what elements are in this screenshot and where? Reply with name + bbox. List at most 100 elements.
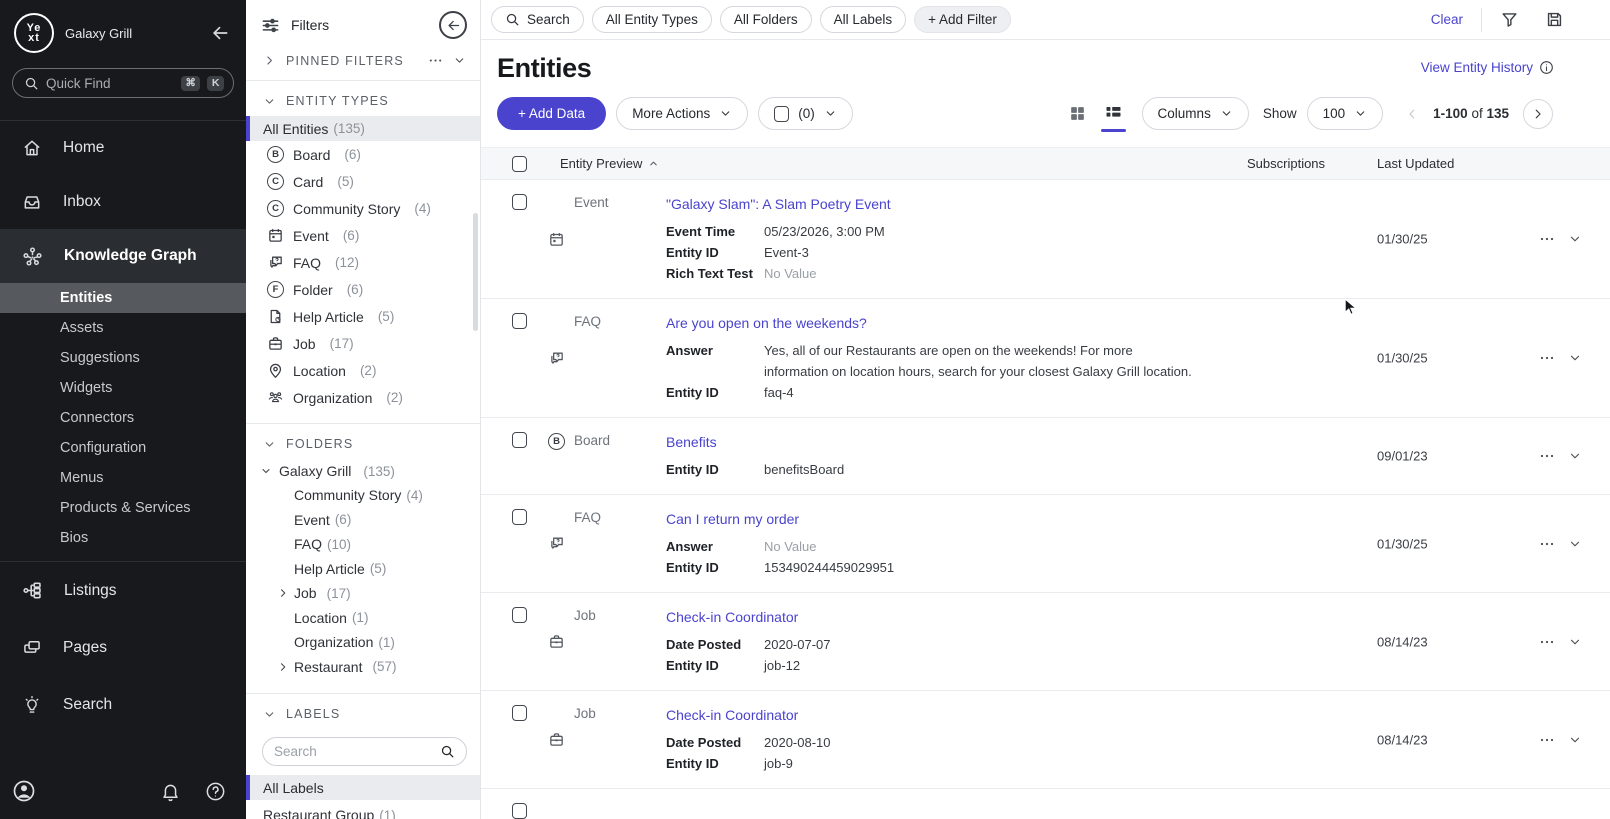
sidebar-item-suggestions[interactable]: Suggestions: [0, 343, 246, 373]
sidebar-item-entities[interactable]: Entities: [0, 283, 246, 313]
filter-entity-type-board[interactable]: B Board(6): [246, 141, 480, 168]
sidebar-item-inbox[interactable]: Inbox: [0, 175, 246, 229]
sidebar-item-assets[interactable]: Assets: [0, 313, 246, 343]
table-row[interactable]: FAQ Can I return my order AnswerNo Value…: [481, 494, 1610, 592]
folder-root-galaxy-grill[interactable]: Galaxy Grill(135): [246, 459, 480, 483]
table-row[interactable]: FAQ Are you open on the weekends? Answer…: [481, 298, 1610, 417]
sidebar-item-search[interactable]: Search: [0, 676, 246, 733]
sidebar-item-connectors[interactable]: Connectors: [0, 403, 246, 433]
filter-label-restaurant-group[interactable]: Restaurant Group(1): [246, 800, 480, 819]
filter-entity-type-job[interactable]: Job(17): [246, 330, 480, 357]
grid-view-button[interactable]: [1068, 104, 1087, 123]
labels-search[interactable]: [262, 737, 467, 766]
quick-find[interactable]: ⌘ K: [12, 68, 234, 98]
table-row[interactable]: B Board Benefits Entity IDbenefitsBoard …: [481, 417, 1610, 494]
previous-page-button[interactable]: [1405, 107, 1419, 121]
entity-title-link[interactable]: Check-in Coordinator: [666, 705, 798, 726]
filter-entity-type-community-story[interactable]: C Community Story(4): [246, 195, 480, 222]
chevron-right-icon[interactable]: [277, 661, 289, 673]
header-checkbox[interactable]: [512, 156, 527, 172]
row-menu-icon[interactable]: [1539, 448, 1555, 464]
folder-help-article[interactable]: Help Article(5): [246, 557, 480, 582]
notifications-bell-icon[interactable]: [160, 781, 181, 802]
labels-search-input[interactable]: [274, 744, 432, 759]
sidebar-item-products-services[interactable]: Products & Services: [0, 493, 246, 523]
entity-title-link[interactable]: "Galaxy Slam": A Slam Poetry Event: [666, 194, 891, 215]
row-expand-icon[interactable]: [1568, 232, 1582, 246]
more-actions-dropdown[interactable]: More Actions: [616, 97, 748, 130]
folder-organization[interactable]: Organization(1): [246, 630, 480, 655]
sidebar-item-bios[interactable]: Bios: [0, 523, 246, 553]
sidebar-item-home[interactable]: Home: [0, 121, 246, 175]
filter-entity-type-card[interactable]: C Card(5): [246, 168, 480, 195]
row-checkbox[interactable]: [512, 194, 527, 210]
chevron-down-icon[interactable]: [453, 53, 466, 68]
collapse-sidebar-icon[interactable]: [210, 23, 230, 43]
folder-community-story[interactable]: Community Story(4): [246, 483, 480, 508]
filter-entity-type-faq[interactable]: FAQ(12): [246, 249, 480, 276]
row-menu-icon[interactable]: [1539, 536, 1555, 552]
all-labels-pill[interactable]: All Labels: [820, 6, 907, 33]
row-menu-icon[interactable]: [1539, 634, 1555, 650]
row-menu-icon[interactable]: [1539, 732, 1555, 748]
entity-title-link[interactable]: Benefits: [666, 432, 717, 453]
more-options-icon[interactable]: [428, 53, 443, 68]
row-expand-icon[interactable]: [1568, 351, 1582, 365]
row-checkbox[interactable]: [512, 509, 527, 525]
avatar[interactable]: [12, 779, 36, 803]
save-filter-icon[interactable]: [1545, 10, 1564, 29]
folder-restaurant[interactable]: Restaurant(57): [246, 655, 480, 680]
sidebar-item-listings[interactable]: Listings: [0, 562, 246, 619]
clear-filters-link[interactable]: Clear: [1431, 12, 1463, 27]
folder-job[interactable]: Job(17): [246, 581, 480, 606]
filter-entity-type-folder[interactable]: F Folder(6): [246, 276, 480, 303]
row-menu-icon[interactable]: [1539, 231, 1555, 247]
folders-header[interactable]: FOLDERS: [246, 424, 480, 459]
funnel-icon[interactable]: [1500, 10, 1519, 29]
columns-dropdown[interactable]: Columns: [1142, 97, 1249, 130]
row-expand-icon[interactable]: [1568, 537, 1582, 551]
entity-types-header[interactable]: ENTITY TYPES: [246, 81, 480, 116]
chevron-right-icon[interactable]: [277, 587, 289, 599]
table-row[interactable]: Job Check-in Coordinator Date Posted2020…: [481, 690, 1610, 788]
add-filter-button[interactable]: + Add Filter: [914, 6, 1011, 33]
filter-all-entities[interactable]: All Entities (135): [246, 116, 480, 141]
view-entity-history-link[interactable]: View Entity History: [1421, 60, 1554, 75]
row-checkbox[interactable]: [512, 607, 527, 623]
filter-entity-type-organization[interactable]: Organization(2): [246, 384, 480, 411]
add-data-button[interactable]: + Add Data: [497, 97, 606, 130]
filter-all-labels[interactable]: All Labels: [246, 775, 480, 800]
row-menu-icon[interactable]: [1539, 350, 1555, 366]
table-row[interactable]: [481, 788, 1610, 819]
page-size-dropdown[interactable]: 100: [1307, 97, 1384, 130]
entity-title-link[interactable]: Can I return my order: [666, 509, 799, 530]
entity-title-link[interactable]: Check-in Coordinator: [666, 607, 798, 628]
sidebar-item-menus[interactable]: Menus: [0, 463, 246, 493]
row-checkbox[interactable]: [512, 705, 527, 721]
pinned-filters-section[interactable]: PINNED FILTERS: [246, 47, 480, 81]
sidebar-item-configuration[interactable]: Configuration: [0, 433, 246, 463]
folder-location[interactable]: Location(1): [246, 606, 480, 631]
row-checkbox[interactable]: [512, 803, 527, 819]
sidebar-item-widgets[interactable]: Widgets: [0, 373, 246, 403]
row-checkbox[interactable]: [512, 313, 527, 329]
selection-dropdown[interactable]: (0): [758, 97, 853, 130]
row-expand-icon[interactable]: [1568, 635, 1582, 649]
all-entity-types-pill[interactable]: All Entity Types: [592, 6, 712, 33]
labels-header[interactable]: LABELS: [246, 694, 480, 729]
help-icon[interactable]: [205, 781, 226, 802]
entity-title-link[interactable]: Are you open on the weekends?: [666, 313, 867, 334]
row-checkbox[interactable]: [512, 432, 527, 448]
column-entity-preview[interactable]: Entity Preview: [560, 156, 659, 171]
next-page-button[interactable]: [1523, 99, 1553, 129]
row-expand-icon[interactable]: [1568, 733, 1582, 747]
filter-entity-type-location[interactable]: Location(2): [246, 357, 480, 384]
search-filter-pill[interactable]: Search: [491, 6, 584, 33]
table-row[interactable]: Job Check-in Coordinator Date Posted2020…: [481, 592, 1610, 690]
select-all-checkbox[interactable]: [774, 106, 789, 122]
filter-entity-type-help-article[interactable]: Help Article(5): [246, 303, 480, 330]
sidebar-item-knowledge-graph[interactable]: Knowledge Graph: [0, 229, 246, 283]
table-row[interactable]: Event "Galaxy Slam": A Slam Poetry Event…: [481, 179, 1610, 298]
sidebar-item-pages[interactable]: Pages: [0, 619, 246, 676]
filter-entity-type-event[interactable]: Event(6): [246, 222, 480, 249]
